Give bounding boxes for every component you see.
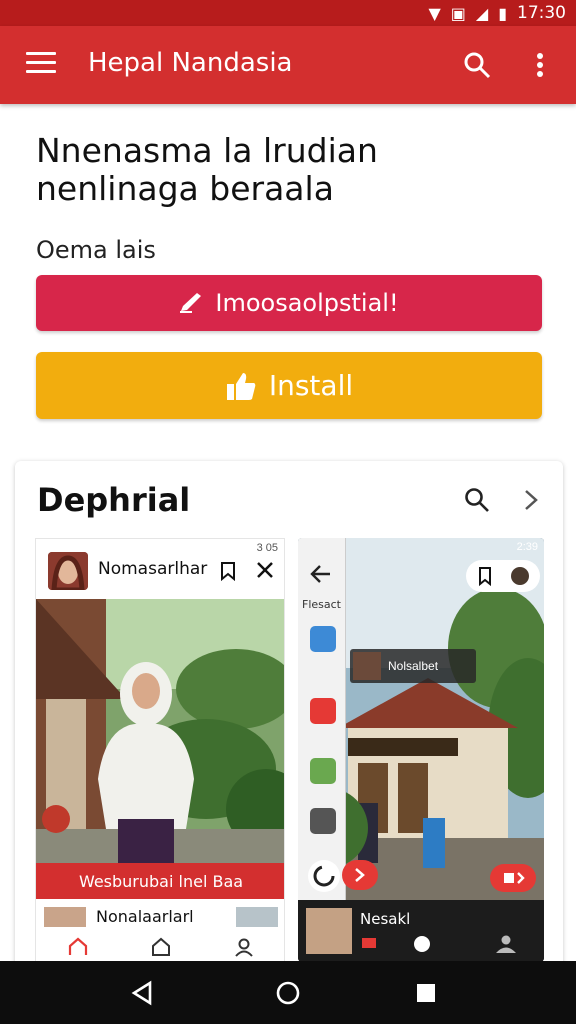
profile-icon[interactable] [234,937,254,957]
status-bar: ▼ ▣ ◢ ▮ 17:30 [0,0,576,26]
avatar [353,652,381,680]
vibrate-icon: ▣ [450,3,466,23]
profile-name: Nomasarlhar [98,559,208,579]
bottom-panel: Nesakl [298,900,544,962]
avatar [48,552,88,590]
garden-photo [36,599,284,863]
menu-icon[interactable] [26,52,56,78]
install-button[interactable]: Install [36,352,542,419]
status-icons: ▼ ▣ ◢ ▮ 17:30 [428,3,566,23]
tag-label: Nolsalbet [388,659,439,673]
thumbs-up-icon [226,372,256,400]
search-icon[interactable] [462,50,492,80]
signal-icon: ◢ [475,3,489,23]
lock-icon[interactable] [310,808,336,834]
battery-icon: ▮ [498,3,507,23]
status-time: 17:30 [517,3,566,23]
play-button[interactable] [342,860,378,890]
caption-bar: Wesburubai lnel Baa [36,863,284,899]
bookmark-icon[interactable] [218,561,238,581]
more-vert-icon[interactable] [530,50,550,80]
page-subtitle: Oema lais [36,236,156,264]
screenshot-2[interactable]: 2:39 Flesact Nolsalbet Nesakl [298,538,544,962]
drawer-label: Flesact [302,598,341,611]
search-icon[interactable] [463,486,491,514]
chevron-right-icon[interactable] [521,486,541,514]
list-item-title: Nonalaarlarl [96,907,194,926]
list-item[interactable]: Nonalaarlarl [44,907,278,927]
action-pill[interactable] [466,560,540,592]
install-label: Install [268,369,354,402]
side-drawer: Flesact [298,538,346,900]
primary-action-label: Imoosaolpstial! [215,289,399,317]
back-icon[interactable] [128,979,156,1007]
profile-name: Nesakl [360,910,411,928]
home-icon[interactable] [68,937,88,957]
pen-icon [180,293,202,313]
mini-nav-icons [362,935,516,953]
person-tag[interactable]: Nolsalbet [350,649,476,683]
app-bar: Hepal Nandasia [0,26,576,104]
home-outline-icon[interactable] [151,937,171,957]
drawer-item[interactable] [310,758,336,784]
avatar [306,908,352,954]
back-arrow-icon[interactable] [310,564,332,584]
mini-status: 3 05 [256,542,278,554]
drawer-item[interactable] [310,698,336,724]
app-title: Hepal Nandasia [88,48,293,78]
primary-action-button[interactable]: Imoosaolpstial! [36,275,542,331]
play-button[interactable] [490,864,536,892]
loading-icon [308,860,340,892]
mini-status: 2:39 [516,541,538,553]
close-icon[interactable] [256,561,274,579]
card-title: Dephrial [37,481,191,519]
screenshots-card: Dephrial 3 05 Nomasarlhar Wesburubai lne… [15,461,563,971]
list-thumbnail [44,907,86,927]
drawer-item[interactable] [310,626,336,652]
list-thumbnail [236,907,278,927]
mini-nav [36,931,284,961]
system-navigation-bar [0,961,576,1024]
page-title: Nnenasma la lrudian nenlinaga beraala [36,131,378,208]
recents-icon[interactable] [412,979,440,1007]
home-icon[interactable] [274,979,302,1007]
wifi-icon: ▼ [428,3,441,23]
screenshot-1[interactable]: 3 05 Nomasarlhar Wesburubai lnel Baa Non… [35,538,285,962]
